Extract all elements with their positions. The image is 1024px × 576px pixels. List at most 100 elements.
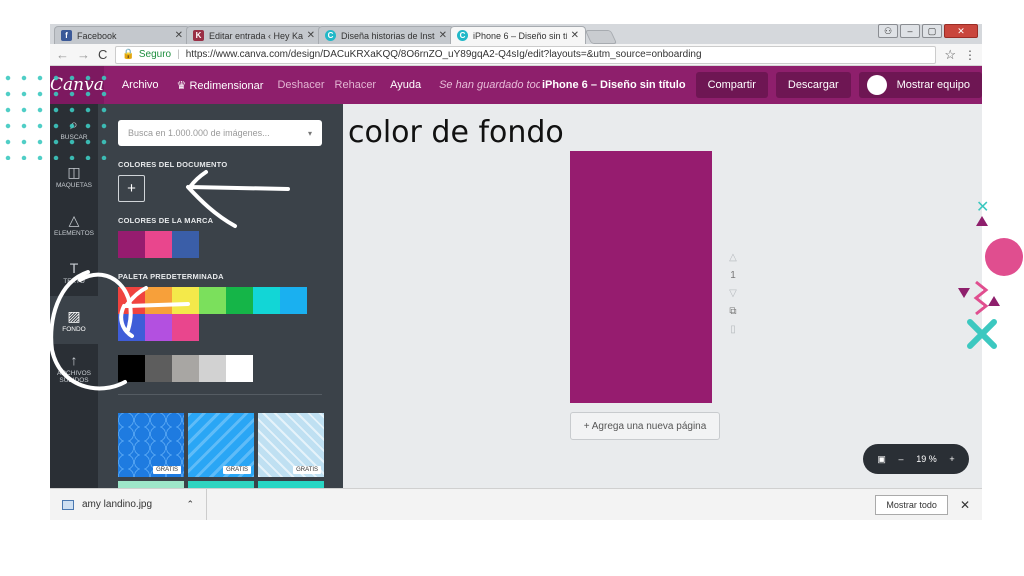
color-swatch[interactable] (145, 314, 172, 341)
default-palette-title: PALETA PREDETERMINADA (118, 272, 224, 281)
tab-iphone6-design[interactable]: C iPhone 6 – Diseño sin títu ✕ (450, 26, 586, 44)
avatar (866, 75, 887, 95)
color-swatch[interactable] (280, 287, 307, 314)
color-swatch[interactable] (172, 314, 199, 341)
background-thumbnail[interactable] (258, 481, 324, 488)
rail-item-maquetas[interactable]: ◫ MAQUETAS (50, 152, 98, 200)
free-badge: GRATIS (293, 466, 321, 474)
color-swatch[interactable] (199, 355, 226, 382)
close-tab-icon[interactable]: ✕ (571, 30, 579, 41)
move-down-icon[interactable]: ▽ (725, 288, 741, 306)
menu-deshacer[interactable]: Deshacer (277, 79, 324, 91)
background-thumbnail[interactable]: GRATIS (118, 413, 184, 477)
add-color-button[interactable]: + (118, 175, 145, 202)
image-search-input[interactable]: Busca en 1.000.000 de imágenes... ▾ (118, 120, 322, 146)
move-up-icon[interactable]: △ (725, 252, 741, 270)
menu-rehacer[interactable]: Rehacer (335, 79, 377, 91)
color-swatch[interactable] (145, 231, 172, 258)
rail-label: ARCHIVOS SUBIDOS (57, 370, 91, 384)
maximize-icon[interactable]: ▢ (922, 24, 942, 38)
color-swatch[interactable] (118, 231, 145, 258)
show-all-downloads-button[interactable]: Mostrar todo (875, 494, 948, 515)
color-swatch[interactable] (172, 287, 199, 314)
tab-bar: f Facebook ✕ K Editar entrada ‹ Hey Karl… (50, 24, 982, 44)
color-swatch[interactable] (118, 287, 145, 314)
close-download-bar-icon[interactable]: ✕ (960, 498, 970, 512)
free-badge: GRATIS (223, 466, 251, 474)
color-swatch[interactable] (172, 355, 199, 382)
color-swatch[interactable] (118, 314, 145, 341)
show-team-button[interactable]: Mostrar equipo (858, 72, 982, 98)
doc-title[interactable]: iPhone 6 – Diseño sin título (542, 79, 686, 91)
free-badge: GRATIS (153, 466, 181, 474)
add-page-button[interactable]: + Agrega una nueva página (570, 412, 720, 440)
browser-menu-icon[interactable]: ⋮ (964, 48, 976, 62)
shapes-icon: △ (68, 211, 80, 228)
rail-item-archivos-subidos[interactable]: ↑ ARCHIVOS SUBIDOS (50, 344, 98, 392)
background-thumbnail[interactable] (118, 481, 184, 488)
color-swatch[interactable] (226, 355, 253, 382)
close-tab-icon[interactable]: ✕ (307, 30, 315, 41)
menu-archivo[interactable]: Archivo (122, 79, 159, 91)
tab-title: iPhone 6 – Diseño sin títu (473, 30, 567, 41)
zoom-out-button[interactable]: – (899, 454, 904, 464)
chevron-down-icon[interactable]: ▾ (308, 129, 312, 138)
background-thumbnail[interactable]: GRATIS (188, 413, 254, 477)
minimize-icon[interactable]: – (900, 24, 920, 38)
page-number: 1 (730, 270, 736, 281)
tab-disena-historias[interactable]: C Diseña historias de Insta ✕ (318, 26, 454, 44)
close-tab-icon[interactable]: ✕ (439, 30, 447, 41)
menu-redimensionar[interactable]: ♛ Redimensionar (177, 79, 264, 92)
divider (118, 394, 322, 395)
duplicate-page-icon[interactable]: ⧉ (725, 306, 741, 324)
color-swatch[interactable] (118, 355, 145, 382)
rail-item-texto[interactable]: T TEXTO (50, 248, 98, 296)
tab-editar-entrada[interactable]: K Editar entrada ‹ Hey Karl ✕ (186, 26, 322, 44)
share-button[interactable]: Compartir (695, 72, 768, 98)
url-field[interactable]: 🔒 Seguro | https://www.canva.com/design/… (115, 45, 937, 64)
zoom-level[interactable]: 19 % (916, 454, 937, 464)
background-thumbnail[interactable]: GRATIS (258, 413, 324, 477)
reload-icon[interactable]: C (98, 47, 107, 62)
zoom-in-button[interactable]: + (949, 454, 954, 464)
facebook-icon: f (61, 30, 72, 41)
canva-logo[interactable]: Canva (50, 66, 104, 104)
color-swatch[interactable] (145, 355, 172, 382)
close-tab-icon[interactable]: ✕ (175, 30, 183, 41)
background-thumbnails: GRATIS GRATIS GRATIS (118, 413, 324, 488)
background-panel: Busca en 1.000.000 de imágenes... ▾ COLO… (98, 104, 343, 488)
download-item[interactable]: amy landino.jpg ⌃ (62, 488, 207, 520)
chevron-up-icon[interactable]: ⌃ (186, 499, 194, 510)
browser-window: f Facebook ✕ K Editar entrada ‹ Hey Karl… (50, 24, 982, 520)
tab-facebook[interactable]: f Facebook ✕ (54, 26, 190, 44)
url-text: https://www.canva.com/design/DACuKRXaKQQ… (185, 49, 702, 60)
delete-page-icon[interactable]: ▯ (725, 324, 741, 342)
rail-label: MAQUETAS (56, 181, 92, 189)
text-icon: T (69, 259, 79, 276)
color-swatch[interactable] (226, 287, 253, 314)
forward-icon[interactable]: → (77, 47, 90, 62)
rail-item-fondo[interactable]: ▨ FONDO (50, 296, 98, 344)
color-swatch[interactable] (145, 287, 172, 314)
color-swatch[interactable] (199, 287, 226, 314)
close-window-icon[interactable]: ✕ (944, 24, 978, 38)
layout-icon: ◫ (67, 163, 81, 180)
color-swatch[interactable] (172, 231, 199, 258)
user-icon[interactable]: ⚇ (878, 24, 898, 38)
present-icon[interactable]: ▣ (877, 454, 886, 465)
bookmark-star-icon[interactable]: ☆ (944, 47, 956, 63)
download-button[interactable]: Descargar (775, 72, 851, 98)
rail-item-elementos[interactable]: △ ELEMENTOS (50, 200, 98, 248)
tab-title: Editar entrada ‹ Hey Karl (209, 30, 303, 41)
background-thumbnail[interactable] (188, 481, 254, 488)
menu-ayuda[interactable]: Ayuda (390, 79, 421, 91)
zoom-control: ▣ – 19 % + (863, 444, 969, 474)
design-page[interactable] (570, 151, 712, 403)
secure-label: Seguro (138, 49, 172, 60)
new-tab-button[interactable] (584, 30, 618, 44)
back-icon[interactable]: ← (56, 47, 69, 62)
editor-main: ⌕ BUSCAR ◫ MAQUETAS △ ELEMENTOS T TEXTO … (50, 104, 982, 488)
color-swatch[interactable] (253, 287, 280, 314)
rail-item-buscar[interactable]: ⌕ BUSCAR (50, 104, 98, 152)
side-rail: ⌕ BUSCAR ◫ MAQUETAS △ ELEMENTOS T TEXTO … (50, 104, 98, 488)
